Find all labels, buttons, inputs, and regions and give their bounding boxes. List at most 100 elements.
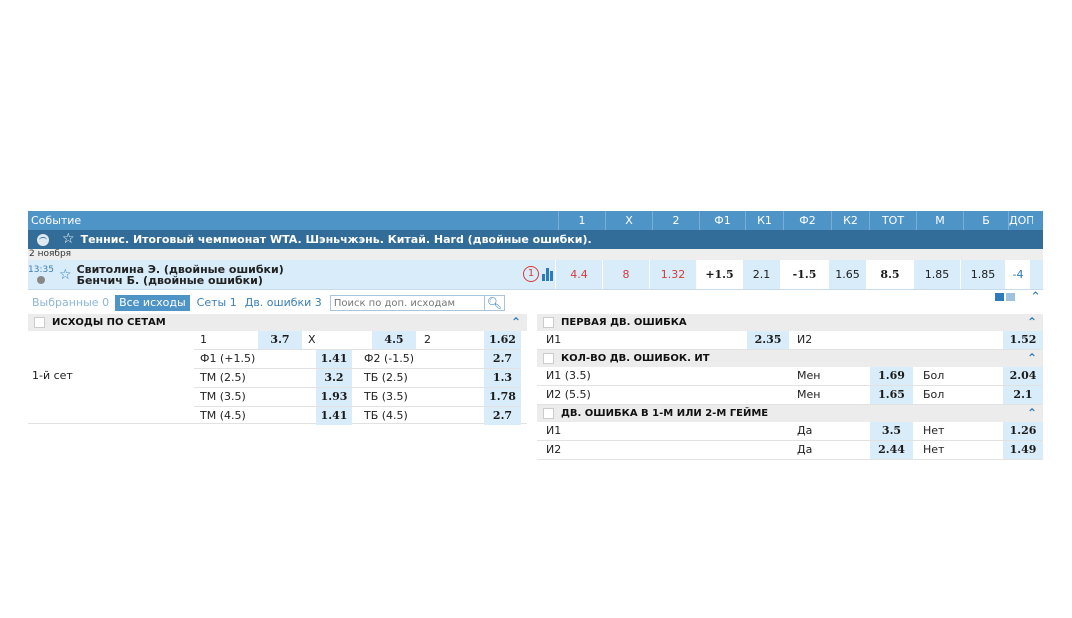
odd-value[interactable]: 1.41 xyxy=(316,407,352,425)
outcome-label: Мен xyxy=(797,369,821,382)
count-df-header[interactable]: КОЛ-ВО ДВ. ОШИБОК. ИТ ⌃ xyxy=(537,350,1043,367)
handicap-f2: -1.5 xyxy=(780,260,828,289)
outcome-label: Ф1 (+1.5) xyxy=(200,352,256,365)
statistics-icon[interactable] xyxy=(542,267,554,281)
outcome-label: Мен xyxy=(797,388,821,401)
table-row: ТМ (2.5) 3.2 ТБ (2.5) 1.3 xyxy=(194,369,521,388)
outcome-label: И2 (5.5) xyxy=(546,388,591,401)
filter-selected[interactable]: Выбранные 0 xyxy=(28,295,113,311)
tennis-ball-icon xyxy=(37,233,49,246)
odd-over[interactable]: 1.85 xyxy=(960,260,1005,289)
col-tot[interactable]: ТОТ xyxy=(869,211,916,230)
col-m[interactable]: М xyxy=(916,211,963,230)
odd-value[interactable]: 2.44 xyxy=(870,441,913,459)
col-x[interactable]: X xyxy=(605,211,652,230)
table-row: ТМ (3.5) 1.93 ТБ (3.5) 1.78 xyxy=(194,388,521,407)
two-column-icon[interactable] xyxy=(995,293,1004,301)
odd-value[interactable]: 1.49 xyxy=(1003,441,1043,459)
favorite-star-icon[interactable]: ☆ xyxy=(62,230,75,249)
odd-value[interactable]: 2.7 xyxy=(484,350,521,368)
table-row: И2 Да 2.44 Нет 1.49 xyxy=(537,441,1043,460)
collapse-all-icon[interactable]: ⌃ xyxy=(1030,290,1041,305)
event-teams[interactable]: Свитолина Э. (двойные ошибки) Бенчич Б. … xyxy=(77,264,284,286)
odd-value[interactable]: 2.04 xyxy=(1003,367,1043,385)
col-k1[interactable]: К1 xyxy=(745,211,783,230)
event-time-text: 13:35 xyxy=(28,265,54,275)
odd-value[interactable]: 1.41 xyxy=(316,350,352,368)
total-line: 8.5 xyxy=(866,260,913,289)
first-df-header[interactable]: ПЕРВАЯ ДВ. ОШИБКА ⌃ xyxy=(537,314,1043,331)
odd-value[interactable]: 3.7 xyxy=(258,331,302,349)
df-games-title: ДВ. ОШИБКА В 1-М ИЛИ 2-М ГЕЙМЕ xyxy=(561,408,769,419)
odd-1[interactable]: 4.4 xyxy=(555,260,602,289)
table-header: Событие 1 X 2 Ф1 К1 Ф2 К2 ТОТ М Б ДОП xyxy=(28,211,1043,230)
filter-double-faults[interactable]: Дв. ошибки 3 xyxy=(241,295,326,311)
chevron-up-icon[interactable]: ⌃ xyxy=(1027,314,1037,331)
stat-badge[interactable]: 1 xyxy=(523,266,539,282)
col-k2[interactable]: К2 xyxy=(831,211,869,230)
filter-all[interactable]: Все исходы xyxy=(115,295,190,311)
odd-k1[interactable]: 2.1 xyxy=(742,260,780,289)
live-dot-icon xyxy=(37,276,45,284)
first-df-title: ПЕРВАЯ ДВ. ОШИБКА xyxy=(561,317,687,328)
odd-value[interactable]: 2.7 xyxy=(484,407,521,425)
odd-value[interactable]: 3.5 xyxy=(870,422,913,440)
odd-value[interactable]: 1.3 xyxy=(484,369,521,387)
outcome-label: И2 xyxy=(797,333,813,346)
outcome-label: Да xyxy=(797,424,813,437)
outcome-label: ТМ (4.5) xyxy=(200,409,246,422)
odd-x[interactable]: 8 xyxy=(602,260,649,289)
chevron-up-icon[interactable]: ⌃ xyxy=(511,314,521,331)
odd-value[interactable]: 3.2 xyxy=(316,369,352,387)
odd-value[interactable]: 2.1 xyxy=(1003,386,1043,404)
odd-value[interactable]: 1.26 xyxy=(1003,422,1043,440)
league-row[interactable]: ☆ Теннис. Итоговый чемпионат WTA. Шэньчж… xyxy=(28,230,1043,249)
col-f2[interactable]: Ф2 xyxy=(783,211,831,230)
one-column-icon[interactable] xyxy=(1006,293,1015,301)
odd-value[interactable]: 1.62 xyxy=(484,331,521,349)
handicap-f1: +1.5 xyxy=(696,260,742,289)
col-2[interactable]: 2 xyxy=(652,211,699,230)
layout-toggle[interactable] xyxy=(995,293,1015,301)
odd-value[interactable]: 1.78 xyxy=(484,388,521,406)
odd-value[interactable]: 4.5 xyxy=(372,331,416,349)
sets-panel-header[interactable]: ИСХОДЫ ПО СЕТАМ ⌃ xyxy=(28,314,527,331)
checkbox[interactable] xyxy=(34,317,45,328)
more-markets-link[interactable]: -4 xyxy=(1005,260,1030,289)
col-f1[interactable]: Ф1 xyxy=(699,211,745,230)
outcome-label: И1 (3.5) xyxy=(546,369,591,382)
chevron-up-icon[interactable]: ⌃ xyxy=(1027,350,1037,367)
outcome-label: 1 xyxy=(200,333,207,346)
odd-under[interactable]: 1.85 xyxy=(913,260,960,289)
odd-value[interactable]: 1.93 xyxy=(316,388,352,406)
outcome-label: 2 xyxy=(424,333,431,346)
odd-value[interactable]: 1.65 xyxy=(870,386,913,404)
odd-2[interactable]: 1.32 xyxy=(649,260,696,289)
outcome-label: ТМ (2.5) xyxy=(200,371,246,384)
outcome-label: И1 xyxy=(546,333,562,346)
outcome-label: ТБ (3.5) xyxy=(364,390,408,403)
odd-k2[interactable]: 1.65 xyxy=(828,260,866,289)
table-row: И1 (3.5) Мен 1.69 Бол 2.04 xyxy=(537,367,1043,386)
col-dop[interactable]: ДОП xyxy=(1008,211,1033,230)
odd-value[interactable]: 2.35 xyxy=(747,331,789,349)
filter-sets[interactable]: Сеты 1 xyxy=(193,295,241,311)
set-label: 1-й сет xyxy=(32,369,73,382)
df-games-header[interactable]: ДВ. ОШИБКА В 1-М ИЛИ 2-М ГЕЙМЕ ⌃ xyxy=(537,405,1043,422)
search-icon[interactable]: 🔍︎ xyxy=(484,295,505,311)
chevron-up-icon[interactable]: ⌃ xyxy=(1027,405,1037,422)
outcome-label: Бол xyxy=(923,369,945,382)
odd-value[interactable]: 1.69 xyxy=(870,367,913,385)
search-input[interactable]: Поиск по доп. исходам xyxy=(329,295,485,311)
col-b[interactable]: Б xyxy=(963,211,1008,230)
checkbox[interactable] xyxy=(543,408,554,419)
team-1-name: Свитолина Э. (двойные ошибки) xyxy=(76,262,284,276)
league-title: Теннис. Итоговый чемпионат WTA. Шэньчжэн… xyxy=(80,233,592,246)
odd-value[interactable]: 1.52 xyxy=(1003,331,1043,349)
checkbox[interactable] xyxy=(543,317,554,328)
col-1[interactable]: 1 xyxy=(558,211,605,230)
event-favorite-star-icon[interactable]: ☆ xyxy=(59,267,72,283)
checkbox[interactable] xyxy=(543,353,554,364)
event-row[interactable]: 13:35 ☆ Свитолина Э. (двойные ошибки) Бе… xyxy=(28,260,1043,290)
table-row: Ф1 (+1.5) 1.41 Ф2 (-1.5) 2.7 xyxy=(194,350,521,369)
